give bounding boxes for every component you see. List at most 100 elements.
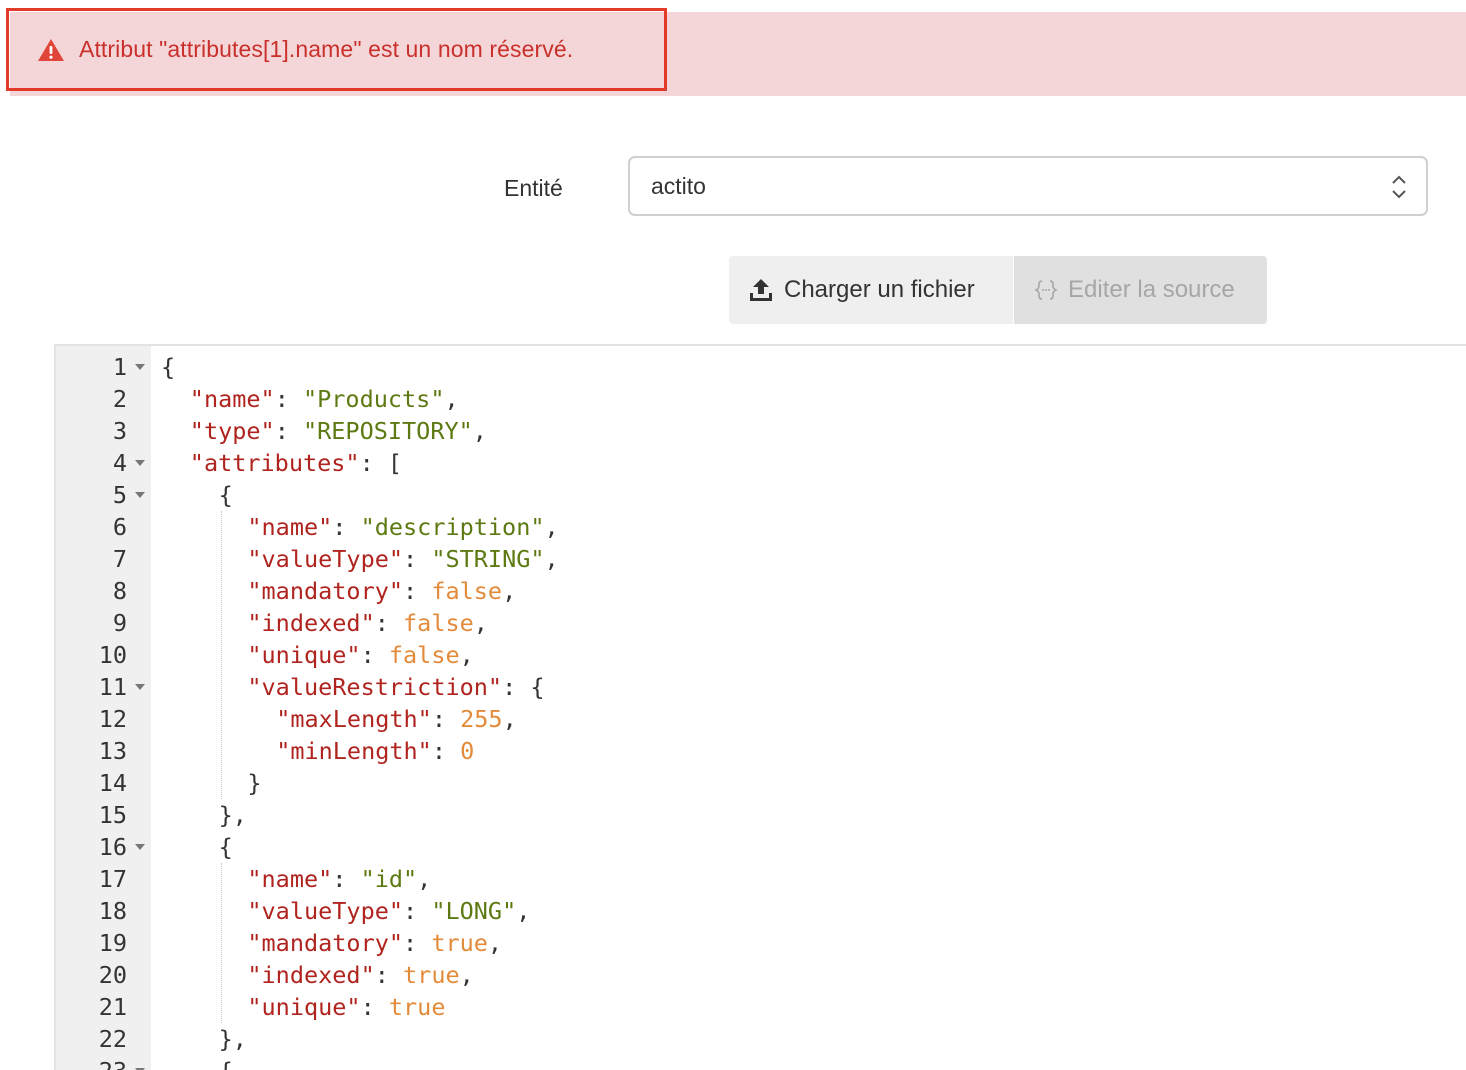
code-token: :	[374, 961, 404, 989]
line-number: 15	[98, 801, 127, 829]
line-number: 17	[98, 865, 127, 893]
code-line: 22},	[56, 1023, 1456, 1055]
code-text: "mandatory": true,	[247, 927, 502, 959]
code-token: :	[403, 545, 432, 573]
code-token: {	[219, 1057, 233, 1070]
line-number: 19	[98, 929, 127, 957]
code-token: "valueType"	[247, 897, 404, 925]
edit-source-label: Editer la source	[1068, 276, 1235, 303]
line-number: 1	[112, 353, 127, 381]
code-text: "indexed": true,	[247, 959, 473, 991]
code-token: },	[218, 1025, 247, 1053]
code-token: "unique"	[247, 641, 361, 669]
fold-toggle-icon[interactable]	[135, 492, 145, 498]
code-token: :	[274, 417, 303, 445]
code-token: :	[431, 705, 461, 733]
code-text: "maxLength": 255,	[276, 703, 517, 735]
code-token: :	[403, 897, 432, 925]
code-token: {	[218, 833, 233, 861]
code-text: "valueType": "STRING",	[247, 543, 558, 575]
line-number: 13	[98, 737, 127, 765]
code-token: : [	[359, 449, 403, 477]
code-token: "indexed"	[247, 961, 375, 989]
code-token: 255	[460, 705, 503, 733]
code-line: 15},	[56, 799, 1456, 831]
line-number: 2	[112, 385, 127, 413]
code-line: 5{	[56, 479, 1456, 511]
code-text: "name": "description",	[247, 511, 558, 543]
line-number: 3	[112, 417, 127, 445]
code-token: ,	[544, 545, 559, 573]
edit-source-button[interactable]: Editer la source	[1014, 256, 1267, 324]
code-token: :	[332, 865, 361, 893]
line-number: 21	[98, 993, 127, 1021]
fold-toggle-icon[interactable]	[135, 460, 145, 466]
code-token: "minLength"	[276, 737, 432, 765]
fold-toggle-icon[interactable]	[135, 684, 145, 690]
code-token: "description"	[360, 513, 545, 541]
code-text: "type": "REPOSITORY",	[190, 415, 487, 447]
code-token: {	[161, 353, 176, 381]
code-text: {	[219, 479, 233, 511]
entity-select[interactable]: actito	[628, 156, 1428, 216]
code-token: "name"	[189, 385, 275, 413]
entity-label: Entité	[504, 175, 563, 201]
code-token: ,	[516, 897, 531, 925]
code-token: ,	[473, 609, 488, 637]
warning-triangle-icon	[38, 38, 64, 61]
code-token: "id"	[360, 865, 418, 893]
load-file-label: Charger un fichier	[784, 276, 975, 303]
code-token: "indexed"	[247, 609, 375, 637]
code-token: "mandatory"	[247, 929, 404, 957]
code-line: 20 "indexed": true,	[56, 959, 1456, 991]
code-text: "valueRestriction": {	[247, 671, 544, 703]
code-token: ,	[502, 705, 517, 733]
line-number: 6	[112, 513, 127, 541]
code-text: },	[219, 1023, 247, 1055]
code-token: "name"	[247, 865, 333, 893]
code-line: 18 "valueType": "LONG",	[56, 895, 1456, 927]
line-number: 10	[98, 641, 127, 669]
code-line: 14}	[56, 767, 1456, 799]
code-line: 11 "valueRestriction": {	[56, 671, 1456, 703]
code-token: false	[388, 641, 460, 669]
entity-select-value: actito	[651, 172, 706, 199]
indent-guide	[220, 511, 222, 799]
fold-toggle-icon[interactable]	[135, 364, 145, 370]
code-token: false	[403, 609, 474, 637]
code-token: "valueType"	[247, 545, 404, 573]
code-token: :	[360, 993, 389, 1021]
code-line: 12 "maxLength": 255,	[56, 703, 1456, 735]
code-line: 6 "name": "description",	[56, 511, 1456, 543]
code-token: true	[403, 961, 460, 989]
fold-toggle-icon[interactable]	[135, 844, 145, 850]
line-number: 16	[98, 833, 127, 861]
code-token: ,	[472, 417, 487, 445]
line-number: 5	[112, 481, 127, 509]
line-number: 22	[98, 1025, 127, 1053]
code-text: "unique": false,	[247, 639, 473, 671]
json-code-editor[interactable]: 1 {2 "name": "Products", 3 "type": "REPOSITO…	[54, 344, 1466, 1070]
error-alert: Attribut "attributes[1].name" est un nom…	[6, 8, 667, 91]
select-updown-icon	[1392, 175, 1406, 199]
code-token: :	[360, 641, 389, 669]
code-line: 16 {	[56, 831, 1456, 863]
error-message: Attribut "attributes[1].name" est un nom…	[79, 36, 574, 62]
code-token: :	[332, 513, 361, 541]
code-token: "maxLength"	[276, 705, 432, 733]
code-line: 7 "valueType": "STRING",	[56, 543, 1456, 575]
line-number: 7	[112, 545, 127, 573]
load-file-button[interactable]: Charger un fichier	[729, 256, 1013, 324]
code-token: "REPOSITORY"	[302, 417, 473, 445]
code-text: "indexed": false,	[247, 607, 488, 639]
code-token: "Products"	[302, 385, 445, 413]
code-text: {	[219, 831, 233, 863]
code-token: ,	[502, 577, 517, 605]
code-token: true	[431, 929, 488, 957]
line-number: 20	[98, 961, 127, 989]
code-token: },	[218, 801, 247, 829]
code-token: "unique"	[247, 993, 361, 1021]
code-token: ,	[459, 961, 474, 989]
code-token: "attributes"	[189, 449, 360, 477]
code-text: "name": "Products",	[190, 383, 459, 415]
